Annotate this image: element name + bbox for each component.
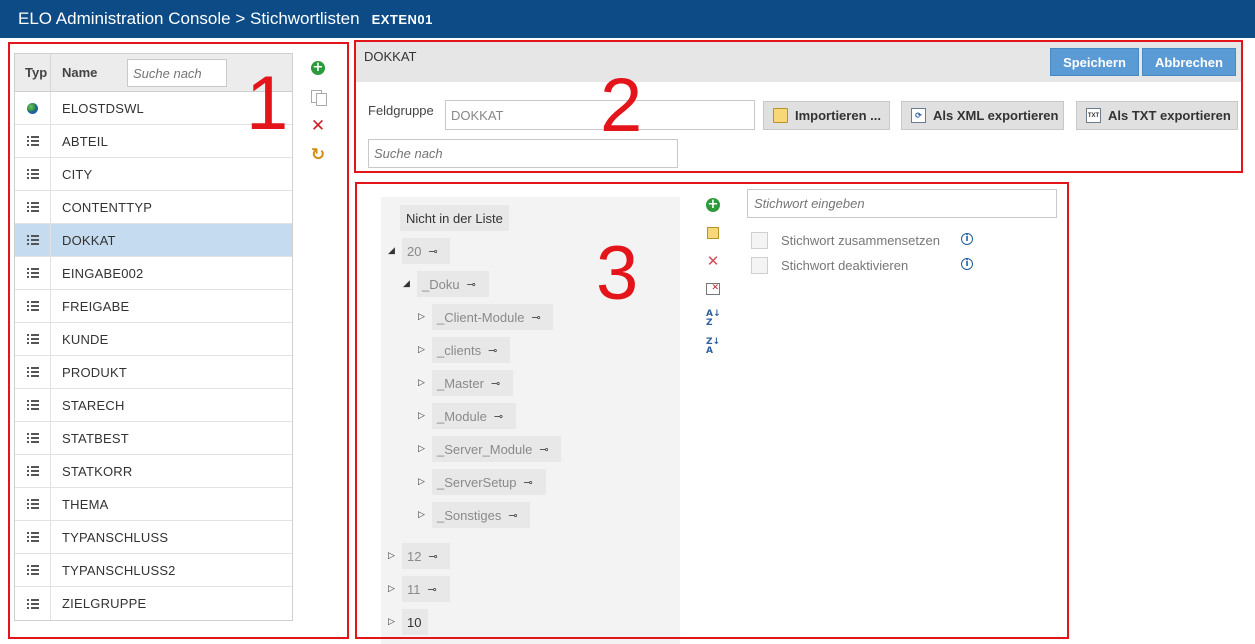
annotation-frame-1 [8, 42, 349, 639]
breadcrumb-title: ELO Administration Console > Stichwortli… [18, 9, 360, 28]
annotation-number-1: 1 [246, 61, 289, 146]
annotation-number-3: 3 [596, 231, 639, 316]
annotation-frame-3 [355, 182, 1069, 639]
annotation-frame-2 [354, 40, 1243, 173]
app-header: ELO Administration Console > Stichwortli… [0, 0, 1255, 38]
annotation-number-2: 2 [600, 63, 643, 148]
tenant-label: EXTEN01 [371, 11, 433, 27]
